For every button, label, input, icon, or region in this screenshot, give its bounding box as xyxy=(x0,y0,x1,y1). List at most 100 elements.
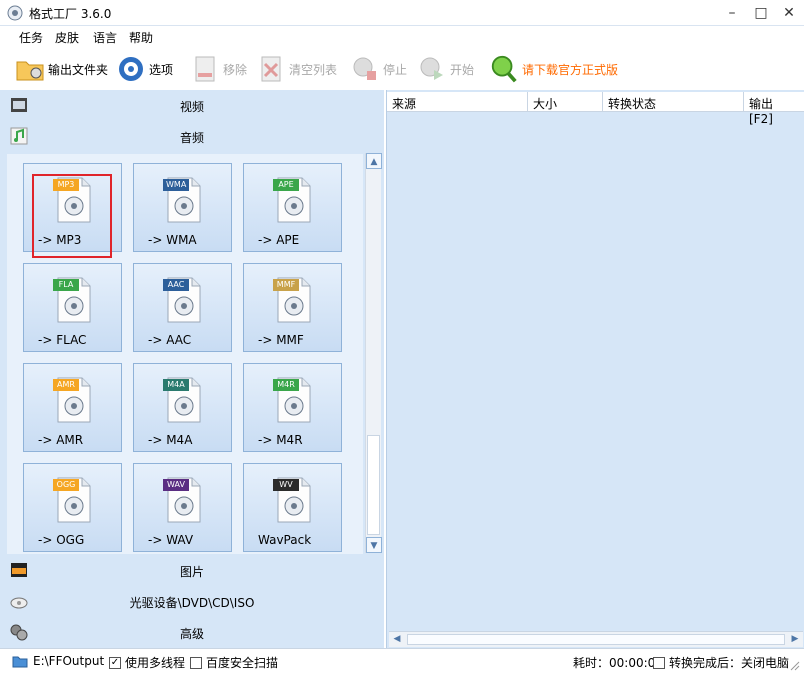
format-tile-wma[interactable]: WMA -> WMA xyxy=(133,163,232,252)
scroll-thumb[interactable] xyxy=(367,435,380,535)
baidu-scan-label: 百度安全扫描 xyxy=(206,656,279,670)
format-badge: M4A xyxy=(163,379,189,391)
format-tile-label: -> OGG xyxy=(38,533,85,547)
category-optical[interactable]: 光驱设备\DVD\CD\ISO xyxy=(0,586,384,616)
format-badge: WAV xyxy=(163,479,189,491)
category-advanced[interactable]: 高级 xyxy=(0,617,384,647)
stop-button[interactable]: 停止 xyxy=(350,52,407,86)
format-tile-ogg[interactable]: OGG -> OGG xyxy=(23,463,122,552)
category-panel: 视频 音频 MP3 -> MP3 WMA -> WMA APE -> APE FLA -> F… xyxy=(0,90,384,648)
format-tile-label: -> M4A xyxy=(148,433,193,447)
format-badge: WMA xyxy=(163,179,190,191)
category-optical-label: 光驱设备\DVD\CD\ISO xyxy=(129,596,255,610)
output-folder-button[interactable]: 输出文件夹 xyxy=(15,52,108,86)
clear-list-button[interactable]: 清空列表 xyxy=(256,52,337,86)
start-button[interactable]: 开始 xyxy=(417,52,474,86)
format-tile-m4a[interactable]: M4A -> M4A xyxy=(133,363,232,452)
menu-task[interactable]: 任务 xyxy=(19,29,43,46)
format-tile-label: -> M4R xyxy=(258,433,303,447)
output-folder-label: 输出文件夹 xyxy=(48,62,109,77)
format-tile-fla[interactable]: FLA -> FLAC xyxy=(23,263,122,352)
options-gear-icon xyxy=(116,54,146,84)
title-bar: 格式工厂 3.6.0 – □ ✕ xyxy=(0,0,804,26)
format-tile-mmf[interactable]: MMF -> MMF xyxy=(243,263,342,352)
format-tile-amr[interactable]: AMR -> AMR xyxy=(23,363,122,452)
app-logo-icon xyxy=(7,5,23,21)
after-done-option[interactable]: 转换完成后：关闭电脑 xyxy=(653,654,789,671)
category-picture-label: 图片 xyxy=(179,565,204,579)
format-tile-ape[interactable]: APE -> APE xyxy=(243,163,342,252)
task-list-horizontal-scrollbar[interactable]: ◀ ▶ xyxy=(389,631,803,647)
remove-label: 移除 xyxy=(223,62,248,77)
format-badge: M4R xyxy=(273,379,299,391)
minimize-button[interactable]: – xyxy=(716,0,748,26)
task-list-panel: 来源 大小 转换状态 输出 [F2] ◀ ▶ xyxy=(386,90,804,648)
column-size[interactable]: 大小 xyxy=(528,92,603,112)
format-tile-label: -> APE xyxy=(258,233,300,247)
output-folder-small-icon xyxy=(12,656,28,668)
toolbar: 输出文件夹 选项 移除 清空列表 停止 开始 请下载官方正式版 xyxy=(0,48,804,90)
remove-icon xyxy=(190,54,220,84)
format-badge: OGG xyxy=(53,479,79,491)
scroll-right-arrow-icon[interactable]: ▶ xyxy=(787,632,803,647)
multithread-option[interactable]: ✓ 使用多线程 xyxy=(109,654,185,671)
elapsed-time: 耗时：00:00:00 xyxy=(573,656,663,670)
menu-skin[interactable]: 皮肤 xyxy=(55,29,79,46)
format-tile-label: -> MP3 xyxy=(38,233,82,247)
baidu-scan-checkbox[interactable] xyxy=(190,656,202,669)
remove-button[interactable]: 移除 xyxy=(190,52,247,86)
scroll-left-arrow-icon[interactable]: ◀ xyxy=(389,632,405,647)
clear-list-icon xyxy=(256,54,286,84)
format-tile-mp3[interactable]: MP3 -> MP3 xyxy=(23,163,122,252)
format-badge: AAC xyxy=(163,279,189,291)
folder-icon xyxy=(15,54,45,84)
close-button[interactable]: ✕ xyxy=(773,0,804,26)
menu-help[interactable]: 帮助 xyxy=(129,29,153,46)
category-picture[interactable]: 图片 xyxy=(0,555,384,585)
after-done-label: 转换完成后：关闭电脑 xyxy=(669,656,790,670)
column-status[interactable]: 转换状态 xyxy=(603,92,744,112)
column-source[interactable]: 来源 xyxy=(387,92,528,112)
format-tile-label: -> WMA xyxy=(148,233,197,247)
stop-icon xyxy=(350,54,380,84)
clear-list-label: 清空列表 xyxy=(289,62,338,77)
start-icon xyxy=(417,54,447,84)
format-tile-m4r[interactable]: M4R -> M4R xyxy=(243,363,342,452)
category-audio[interactable]: 音频 xyxy=(0,121,384,151)
format-badge: MP3 xyxy=(53,179,79,191)
options-button[interactable]: 选项 xyxy=(116,52,173,86)
format-badge: APE xyxy=(273,179,299,191)
status-bar: E:\FFOutput ✓ 使用多线程 百度安全扫描 耗时：00:00:00 转… xyxy=(0,648,804,673)
scroll-down-arrow-icon[interactable]: ▼ xyxy=(366,537,382,553)
column-output[interactable]: 输出 [F2] xyxy=(744,92,804,126)
multithread-label: 使用多线程 xyxy=(125,656,186,670)
baidu-scan-option[interactable]: 百度安全扫描 xyxy=(190,654,278,671)
format-tile-label: -> WAV xyxy=(148,533,194,547)
resize-grip-icon[interactable] xyxy=(788,659,800,671)
output-path[interactable]: E:\FFOutput xyxy=(12,654,104,668)
window-title: 格式工厂 3.6.0 xyxy=(29,7,112,21)
format-tile-wav[interactable]: WAV -> WAV xyxy=(133,463,232,552)
grid-vertical-scrollbar[interactable]: ▲ ▼ xyxy=(365,153,382,553)
format-tile-wv[interactable]: WV WavPack xyxy=(243,463,342,552)
format-badge: WV xyxy=(273,479,299,491)
format-tile-label: -> AAC xyxy=(148,333,192,347)
category-audio-label: 音频 xyxy=(179,131,204,145)
horizontal-scroll-thumb[interactable] xyxy=(407,634,785,645)
download-official-link[interactable]: 请下载官方正式版 xyxy=(489,52,618,86)
format-tile-label: -> MMF xyxy=(258,333,304,347)
format-badge: FLA xyxy=(53,279,79,291)
multithread-checkbox[interactable]: ✓ xyxy=(109,656,121,669)
audio-format-grid: MP3 -> MP3 WMA -> WMA APE -> APE FLA -> FLAC AAC… xyxy=(7,154,363,554)
start-label: 开始 xyxy=(450,62,475,77)
menu-language[interactable]: 语言 xyxy=(93,29,117,46)
category-video[interactable]: 视频 xyxy=(0,90,384,120)
menu-bar: 任务 皮肤 语言 帮助 xyxy=(0,26,804,48)
after-done-checkbox[interactable] xyxy=(653,656,665,669)
options-label: 选项 xyxy=(149,62,174,77)
scroll-up-arrow-icon[interactable]: ▲ xyxy=(366,153,382,169)
format-badge: AMR xyxy=(53,379,79,391)
format-tile-aac[interactable]: AAC -> AAC xyxy=(133,263,232,352)
format-badge: MMF xyxy=(273,279,299,291)
category-advanced-label: 高级 xyxy=(179,627,204,641)
